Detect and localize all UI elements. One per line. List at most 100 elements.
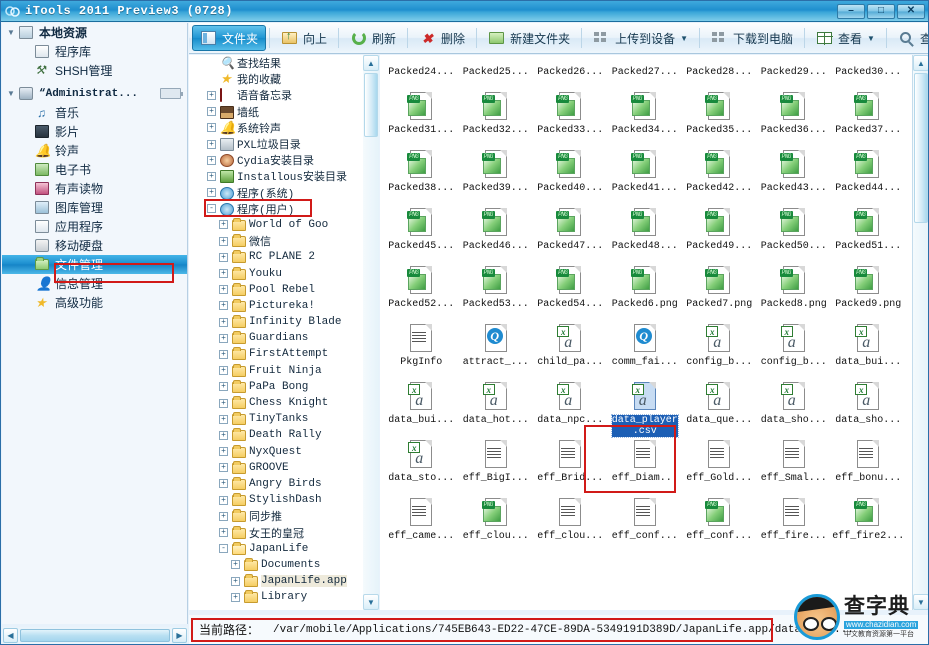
file-item[interactable]: PNG Packed50... (757, 203, 832, 261)
file-item[interactable]: x a data_bui... (384, 377, 459, 435)
tree-item[interactable]: + Cydia安装目录 (189, 152, 378, 168)
tree-item[interactable]: + World of Goo (189, 217, 378, 233)
tree-scroll-thumb[interactable] (364, 73, 378, 137)
tree-item[interactable]: + 程序(系统) (189, 185, 378, 201)
scroll-up-button[interactable]: ▲ (913, 55, 928, 71)
tree-item[interactable]: - JapanLife (189, 541, 378, 557)
file-item[interactable]: Qcomm_fai... (608, 319, 683, 377)
file-item[interactable]: eff_came... (384, 493, 459, 551)
file-item[interactable]: PNG Packed32... (459, 87, 534, 145)
scroll-thumb[interactable] (914, 73, 928, 223)
file-item[interactable]: Packed29... (757, 55, 832, 87)
expand-toggle[interactable]: + (219, 495, 228, 505)
file-list-pane[interactable]: Packed24... Packed25... Packed26... Packed2… (380, 55, 912, 610)
expand-toggle[interactable]: + (219, 430, 228, 440)
file-item[interactable]: PNG Packed41... (608, 145, 683, 203)
file-item[interactable]: PNG Packed9.png (831, 261, 906, 319)
expand-toggle[interactable]: + (219, 382, 228, 392)
expand-toggle[interactable]: + (207, 155, 216, 165)
tree-item[interactable]: + Installous安装目录 (189, 168, 378, 184)
sidebar-item-music[interactable]: ♫ 音乐 (2, 103, 187, 122)
file-item[interactable]: PNG Packed52... (384, 261, 459, 319)
tree-item[interactable]: + Pool Rebel (189, 282, 378, 298)
file-item[interactable]: PNG Packed39... (459, 145, 534, 203)
chevron-down-icon[interactable]: ▼ (867, 34, 875, 43)
expand-toggle[interactable]: + (219, 317, 228, 327)
file-item[interactable]: x a config_b... (757, 319, 832, 377)
file-item[interactable]: PNG Packed54... (533, 261, 608, 319)
toolbar-button-new-folder[interactable]: 新建文件夹 (480, 25, 578, 51)
tree-item[interactable]: + JapanLife.app (189, 573, 378, 589)
file-item[interactable]: PNG Packed49... (682, 203, 757, 261)
expand-toggle[interactable]: + (207, 171, 216, 181)
file-item[interactable]: x a data_sto... (384, 435, 459, 493)
tree-item[interactable]: + Library (189, 589, 378, 605)
toolbar-button-download-to-pc[interactable]: 下载到电脑 (703, 25, 801, 51)
expand-toggle[interactable]: + (219, 301, 228, 311)
tree-item[interactable]: + Chess Knight (189, 395, 378, 411)
tree-item[interactable]: + 🔔 系统铃声 (189, 120, 378, 136)
file-item[interactable]: PNG Packed7.png (682, 261, 757, 319)
file-item[interactable]: Packed26... (533, 55, 608, 87)
tree-item[interactable]: + PXL垃圾目录 (189, 136, 378, 152)
file-item[interactable]: Packed24... (384, 55, 459, 87)
chevron-down-icon[interactable]: ▼ (4, 28, 18, 37)
expand-toggle[interactable]: + (219, 285, 228, 295)
expand-toggle[interactable]: + (219, 414, 228, 424)
file-item[interactable]: x a data_sho... (831, 377, 906, 435)
toolbar-button-upload-to-device[interactable]: 上传到设备 ▼ (585, 25, 696, 51)
file-item[interactable]: PNG Packed37... (831, 87, 906, 145)
file-item[interactable]: Packed25... (459, 55, 534, 87)
file-item[interactable]: PNG eff_fire2... (831, 493, 906, 551)
hscroll-thumb[interactable] (20, 629, 170, 642)
tree-item[interactable]: 🔍 查找结果 (189, 55, 378, 71)
tree-item[interactable]: + Guardians (189, 330, 378, 346)
tree-item[interactable]: + 墙纸 (189, 104, 378, 120)
tree-item[interactable]: + Infinity Blade (189, 314, 378, 330)
collapse-toggle[interactable]: - (207, 204, 216, 214)
file-item[interactable]: PNG eff_clou... (459, 493, 534, 551)
tree-item[interactable]: + Pictureka! (189, 298, 378, 314)
expand-toggle[interactable]: + (219, 366, 228, 376)
toolbar-button-delete[interactable]: ✖ 删除 (411, 25, 473, 51)
sidebar-item-audiobook[interactable]: 有声读物 (2, 179, 187, 198)
sidebar-item-ringtone[interactable]: 🔔 铃声 (2, 141, 187, 160)
file-item[interactable]: x a data_sho... (757, 377, 832, 435)
tree-item[interactable]: + Fruit Ninja (189, 363, 378, 379)
expand-toggle[interactable]: + (219, 463, 228, 473)
sidebar-item-advanced[interactable]: ★ 高级功能 (2, 293, 187, 312)
sidebar-item-info-manager[interactable]: 👤 信息管理 (2, 274, 187, 293)
file-item[interactable]: PNG Packed38... (384, 145, 459, 203)
toolbar-button-up[interactable]: 向上 (273, 25, 335, 51)
sidebar-item-photo-manager[interactable]: 图库管理 (2, 198, 187, 217)
sidebar-item-video[interactable]: 影片 (2, 122, 187, 141)
hscroll-left-button[interactable]: ◀ (3, 628, 18, 643)
expand-toggle[interactable]: + (219, 220, 228, 230)
tree-vertical-scrollbar[interactable]: ▲ ▼ (363, 55, 379, 610)
file-item[interactable]: PNG Packed44... (831, 145, 906, 203)
tree-item[interactable]: + 女王的皇冠 (189, 524, 378, 541)
sidebar-item-mobile-disk[interactable]: 移动硬盘 (2, 236, 187, 255)
tree-item[interactable]: + PaPa Bong (189, 379, 378, 395)
file-item[interactable]: PNG Packed40... (533, 145, 608, 203)
file-item[interactable]: PNG Packed6.png (608, 261, 683, 319)
tree-item[interactable]: + Angry Birds (189, 476, 378, 492)
expand-toggle[interactable]: + (207, 188, 216, 198)
file-item[interactable]: PNG Packed46... (459, 203, 534, 261)
expand-toggle[interactable]: + (219, 333, 228, 343)
tree-item[interactable]: + StylishDash (189, 492, 378, 508)
file-item[interactable]: PNG Packed51... (831, 203, 906, 261)
expand-toggle[interactable]: + (231, 576, 240, 586)
chevron-down-icon[interactable]: ▼ (680, 34, 688, 43)
sidebar-item-ebook[interactable]: 电子书 (2, 160, 187, 179)
file-item[interactable]: eff_Smal... (757, 435, 832, 493)
tree-item[interactable]: + FirstAttempt (189, 346, 378, 362)
file-item[interactable]: Packed30... (831, 55, 906, 87)
tree-item[interactable]: + 微信 (189, 233, 378, 249)
file-item[interactable]: PNG Packed33... (533, 87, 608, 145)
file-item[interactable]: x a data_bui... (831, 319, 906, 377)
tree-item[interactable]: + 同步推 (189, 508, 378, 524)
expand-toggle[interactable]: + (219, 447, 228, 457)
expand-toggle[interactable]: + (219, 398, 228, 408)
sidebar-group-local[interactable]: ▼ 本地资源 (2, 23, 187, 42)
